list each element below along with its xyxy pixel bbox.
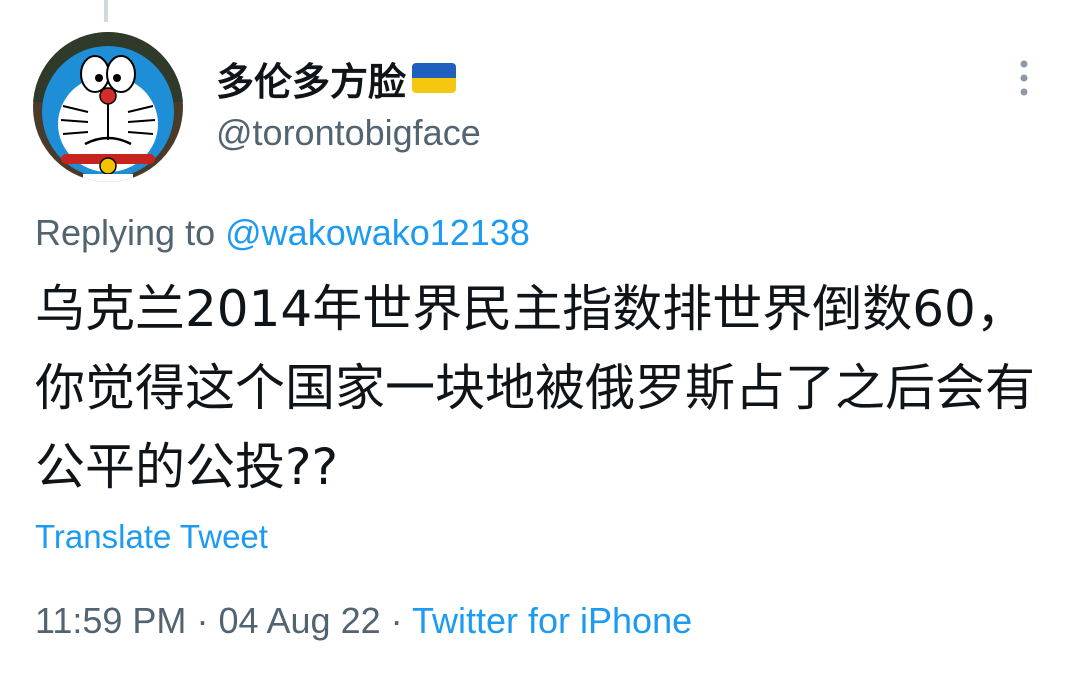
author-name-row[interactable]: 多伦多方脸: [216, 51, 457, 106]
thread-connector-line: [104, 0, 108, 22]
more-options-icon[interactable]: [1014, 58, 1034, 98]
meta-separator: ·: [390, 600, 403, 641]
avatar[interactable]: [33, 32, 183, 182]
tweet-date[interactable]: 04 Aug 22: [218, 600, 380, 641]
author-handle[interactable]: @torontobigface: [216, 112, 481, 154]
tweet-text: 乌克兰2014年世界民主指数排世界倒数60，你觉得这个国家一块地被俄罗斯占了之后…: [35, 280, 1035, 496]
ukraine-flag-icon: [412, 63, 457, 93]
meta-separator: ·: [196, 600, 209, 641]
tweet-time[interactable]: 11:59 PM: [35, 600, 186, 641]
reply-mention-link[interactable]: @wakowako12138: [225, 212, 530, 253]
author-display-name[interactable]: 多伦多方脸: [216, 51, 406, 106]
replying-to-line: Replying to @wakowako12138: [35, 212, 530, 254]
tweet-source-link[interactable]: Twitter for iPhone: [412, 600, 692, 641]
translate-tweet-link[interactable]: Translate Tweet: [35, 518, 268, 556]
tweet-metadata: 11:59 PM · 04 Aug 22 · Twitter for iPhon…: [35, 600, 692, 642]
replying-to-prefix: Replying to: [35, 212, 216, 253]
avatar-image: [33, 32, 183, 182]
